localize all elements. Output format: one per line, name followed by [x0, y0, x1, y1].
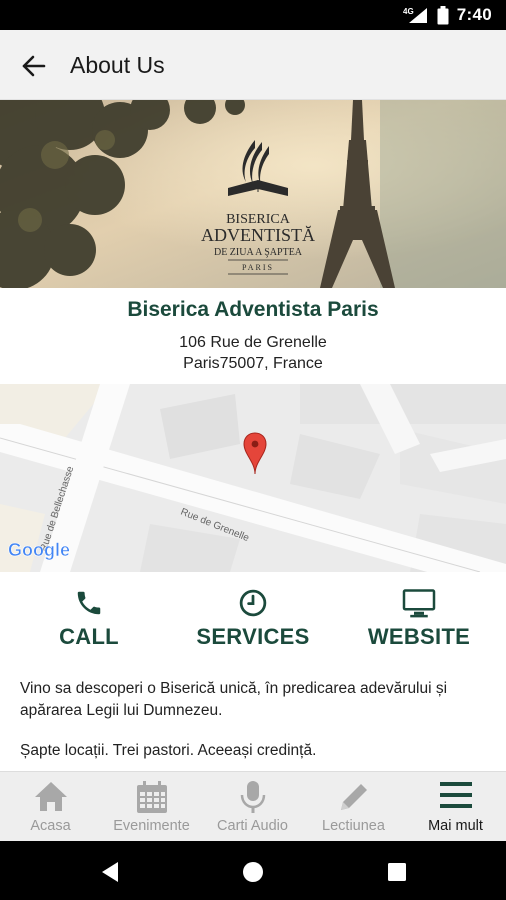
- website-button[interactable]: WEBSITE: [335, 572, 503, 662]
- logo-line2: ADVENTISTĂ: [201, 225, 315, 245]
- status-bar: 4G 7:40: [0, 0, 506, 30]
- menu-icon: [439, 782, 472, 808]
- services-label: SERVICES: [196, 624, 310, 649]
- page-title: About Us: [70, 52, 165, 78]
- battery-icon: [437, 5, 449, 24]
- banner-art: BISERICA ADVENTISTĂ DE ZIUA A ŞAPTEA PAR…: [0, 100, 506, 288]
- description-paragraph1: Vino sa descoperi o Biserică unică, în p…: [20, 680, 448, 719]
- monitor-icon: [402, 589, 436, 618]
- status-icons: 4G 7:40: [403, 5, 492, 25]
- call-label: CALL: [59, 624, 119, 649]
- nav-label-lectiunea: Lectiunea: [322, 818, 385, 834]
- microphone-icon: [240, 781, 265, 813]
- calendar-icon: [136, 781, 167, 813]
- back-triangle-icon[interactable]: [98, 859, 124, 885]
- description-paragraph2: Șapte locații. Trei pastori. Aceeași cre…: [20, 742, 317, 759]
- logo-city: PARIS: [242, 263, 274, 272]
- action-bar: CALL SERVICES WEBSITE: [0, 572, 506, 662]
- google-attribution: Google: [8, 540, 70, 560]
- nav-item-lectiunea[interactable]: Lectiunea: [303, 772, 404, 842]
- status-time: 7:40: [456, 5, 492, 24]
- arrow-left-icon: [22, 55, 46, 77]
- logo-line3: DE ZIUA A ŞAPTEA: [214, 247, 303, 258]
- nav-item-carti-audio[interactable]: Carti Audio: [202, 772, 303, 842]
- recents-square-icon[interactable]: [384, 859, 410, 885]
- home-icon: [34, 782, 67, 811]
- network-type: 4G: [403, 7, 414, 16]
- bottom-navigation: Acasa Evenimente Carti Audio Lectiunea M…: [0, 771, 506, 841]
- church-info: Biserica Adventista Paris 106 Rue de Gre…: [0, 288, 506, 384]
- services-button[interactable]: SERVICES: [169, 572, 337, 662]
- nav-label-carti-audio: Carti Audio: [217, 818, 288, 834]
- back-button[interactable]: [18, 51, 52, 81]
- description: Vino sa descoperi o Biserică unică, în p…: [20, 678, 490, 762]
- call-button[interactable]: CALL: [5, 572, 173, 662]
- map-canvas: Rue de Grenelle Rue de Bellechasse Googl…: [0, 384, 506, 572]
- app-bar: About Us: [0, 30, 506, 100]
- church-name: Biserica Adventista Paris: [127, 298, 379, 321]
- nav-label-mai-mult: Mai mult: [428, 818, 483, 834]
- pencil-icon: [340, 784, 367, 810]
- location-map[interactable]: Rue de Grenelle Rue de Bellechasse Googl…: [0, 384, 506, 572]
- nav-item-evenimente[interactable]: Evenimente: [101, 772, 202, 842]
- clock-icon: [239, 589, 267, 617]
- address-line1: 106 Rue de Grenelle: [179, 334, 327, 351]
- nav-item-mai-mult[interactable]: Mai mult: [405, 772, 506, 842]
- phone-icon: [77, 591, 101, 615]
- banner-image: BISERICA ADVENTISTĂ DE ZIUA A ŞAPTEA PAR…: [0, 100, 506, 288]
- home-circle-icon[interactable]: [240, 859, 266, 885]
- signal-icon: 4G: [403, 7, 427, 23]
- nav-item-acasa[interactable]: Acasa: [0, 772, 101, 842]
- system-navigation-bar: [0, 841, 506, 900]
- address-line2: Paris75007, France: [183, 355, 323, 372]
- website-label: WEBSITE: [367, 624, 471, 649]
- nav-label-evenimente: Evenimente: [113, 818, 190, 834]
- nav-label-acasa: Acasa: [30, 818, 71, 834]
